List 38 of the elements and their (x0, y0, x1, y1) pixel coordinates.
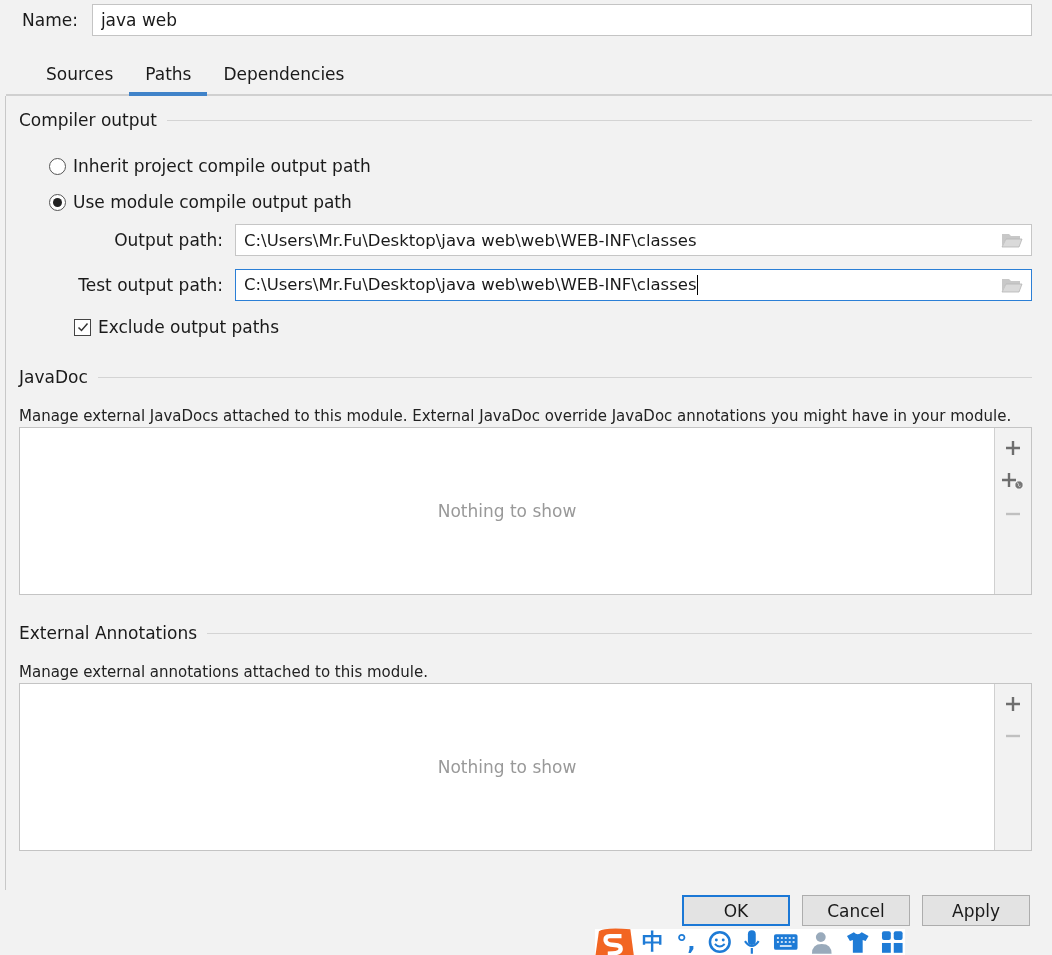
radio-button[interactable] (49, 193, 66, 211)
person-icon[interactable] (810, 930, 834, 954)
grid-icon[interactable] (881, 930, 905, 954)
keyboard-icon[interactable] (772, 932, 799, 952)
name-label: Name: (22, 10, 78, 30)
radio-label: Inherit project compile output path (73, 156, 371, 176)
microphone-icon[interactable] (743, 929, 761, 955)
empty-text: Nothing to show (437, 501, 577, 521)
path-field[interactable]: C:\Users\Mr.Fu\Desktop\java web\web\WEB-INF\classes (235, 224, 1032, 256)
shirt-icon[interactable] (845, 930, 870, 954)
empty-text: Nothing to show (437, 757, 577, 777)
dialog-button[interactable]: OK (682, 895, 790, 926)
checkbox-label: Exclude output paths (98, 317, 279, 337)
radio-label: Use module compile output path (73, 192, 352, 212)
input-method-logo-icon[interactable] (595, 927, 635, 955)
section-title: Compiler output (19, 110, 157, 130)
dialog-button[interactable]: Apply (922, 895, 1030, 926)
add-globe-icon[interactable] (1002, 472, 1024, 490)
tab[interactable]: Sources (30, 58, 130, 96)
path-field[interactable]: C:\Users\Mr.Fu\Desktop\java web\web\WEB-INF\classes (235, 269, 1032, 301)
smiley-icon[interactable] (707, 930, 732, 954)
add-icon[interactable] (1005, 440, 1021, 456)
ime-punctuation[interactable]: °, (676, 929, 696, 955)
dialog-button[interactable]: Cancel (802, 895, 910, 926)
section-title: JavaDoc (19, 367, 88, 387)
checkmark-icon (75, 320, 90, 334)
section-description: Manage external JavaDocs attached to this module. External JavaDoc override JavaDoc annotations you might have in your module. (19, 407, 1013, 425)
name-field[interactable]: java web (91, 4, 1032, 36)
section-title: External Annotations (19, 623, 198, 643)
field-label: Output path: (113, 230, 223, 250)
checkbox[interactable] (74, 318, 91, 336)
radio-button[interactable] (49, 157, 66, 175)
tab[interactable]: Dependencies (207, 58, 361, 96)
tab[interactable]: Paths (129, 58, 208, 96)
field-label: Test output path: (77, 275, 223, 295)
ime-mode[interactable]: 中 (642, 927, 665, 955)
section-description: Manage external annotations attached to this module. (19, 663, 429, 681)
add-icon[interactable] (1005, 696, 1021, 712)
